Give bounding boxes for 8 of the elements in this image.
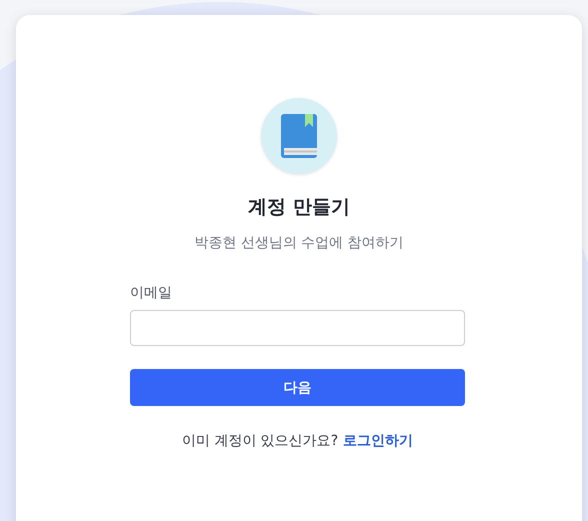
email-label: 이메일 <box>130 284 172 302</box>
footer-text: 이미 계정이 있으신가요? <box>182 432 338 450</box>
page-title: 계정 만들기 <box>248 195 350 220</box>
subtitle: 박종현 선생님의 수업에 참여하기 <box>194 234 404 252</box>
login-link[interactable]: 로그인하기 <box>343 432 414 450</box>
next-button[interactable]: 다음 <box>130 369 465 406</box>
book-icon <box>281 114 317 158</box>
email-input[interactable] <box>130 310 465 346</box>
